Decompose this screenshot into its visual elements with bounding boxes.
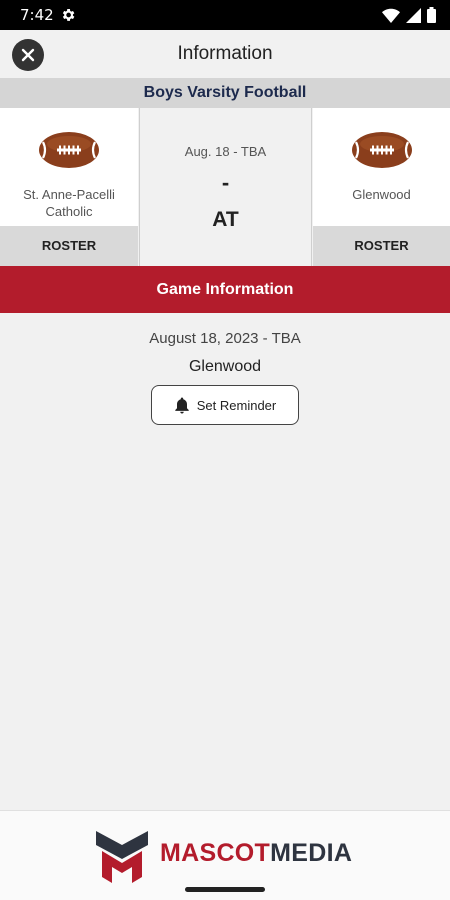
game-date-short: Aug. 18 - TBA [184, 144, 267, 159]
game-date-long: August 18, 2023 - TBA [149, 330, 301, 347]
game-score: - [221, 170, 230, 195]
set-reminder-button[interactable]: Set Reminder [151, 385, 299, 425]
football-icon [351, 132, 412, 168]
status-time: 7:42 [20, 6, 54, 24]
set-reminder-label: Set Reminder [196, 397, 277, 413]
brand-wordmark-part2: MEDIA [270, 839, 353, 867]
brand-wordmark: MASCOTMEDIA [160, 839, 352, 868]
team-left-name: St. Anne-Pacelli Catholic [23, 187, 115, 219]
status-icons [382, 7, 436, 23]
page-title: Information [177, 43, 273, 64]
status-bar: 7:42 [0, 0, 450, 30]
cellular-signal-icon [406, 7, 421, 23]
brand-wordmark-part1: MASCOT [160, 839, 271, 867]
mascot-media-logo-icon [96, 831, 148, 883]
battery-icon [427, 7, 436, 23]
roster-button-left[interactable]: ROSTER [0, 226, 138, 266]
roster-button-right[interactable]: ROSTER [313, 226, 450, 266]
settings-gear-icon [62, 9, 75, 21]
home-indicator[interactable] [185, 887, 265, 892]
team-right-name: Glenwood [352, 187, 411, 202]
team-left[interactable]: St. Anne-Pacelli Catholic ROSTER [0, 108, 138, 266]
game-summary: Aug. 18 - TBA - AT [139, 108, 312, 266]
app-bar: Information [0, 30, 450, 78]
sport-title: Boys Varsity Football [0, 78, 450, 108]
team-right[interactable]: Glenwood ROSTER [313, 108, 450, 266]
wifi-icon [382, 8, 400, 23]
game-information-header: Game Information [0, 266, 450, 313]
matchup-panel: St. Anne-Pacelli Catholic ROSTER Aug. 18… [0, 108, 450, 266]
bell-icon [175, 397, 189, 413]
football-icon [39, 132, 99, 168]
game-location: Glenwood [188, 358, 262, 375]
footer-branding: MASCOTMEDIA [0, 810, 450, 900]
versus-label: AT [212, 208, 239, 231]
